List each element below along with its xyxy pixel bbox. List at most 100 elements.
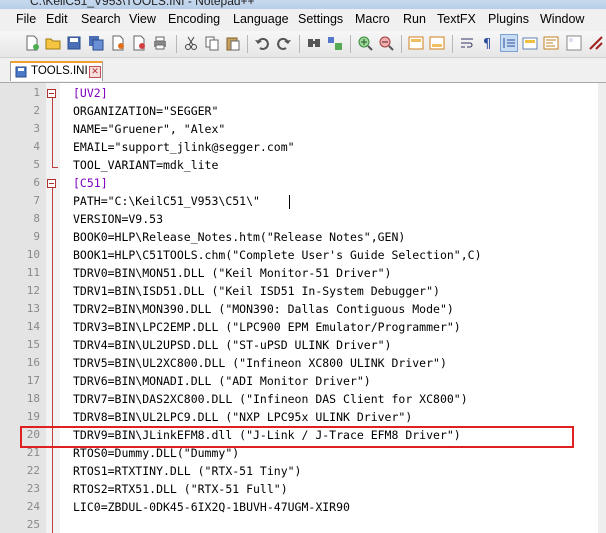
line-text: LIC0=ZBDUL-0DK45-6IX2Q-1BUVH-47UGM-XIR90 bbox=[73, 500, 350, 514]
line-number: 1 bbox=[33, 86, 40, 99]
tab-strip: TOOLS.INI ✕ bbox=[0, 58, 606, 83]
menu-file[interactable]: File bbox=[16, 12, 36, 26]
menu-edit[interactable]: Edit bbox=[46, 12, 68, 26]
highlight-annotation-box bbox=[20, 426, 574, 448]
close-icon[interactable] bbox=[110, 35, 126, 51]
code-line: 24 LIC0=ZBDUL-0DK45-6IX2Q-1BUVH-47UGM-XIR… bbox=[0, 499, 606, 517]
toolbar-separator bbox=[176, 35, 177, 53]
toolbar-separator bbox=[350, 35, 351, 53]
line-number: 13 bbox=[26, 302, 40, 315]
line-number: 25 bbox=[26, 518, 40, 531]
sync-horizontal-icon[interactable] bbox=[429, 35, 445, 51]
code-line: 19 TDRV8=BIN\UL2LPC9.DLL ("NXP LPC95x ULI… bbox=[0, 409, 606, 427]
code-line: 10 BOOK1=HLP\C51TOOLS.chm("Complete User'… bbox=[0, 247, 606, 265]
menu-bar: File Edit Search View Encoding Language … bbox=[0, 9, 606, 31]
tab-tools-ini[interactable]: TOOLS.INI ✕ bbox=[10, 61, 103, 81]
line-text: VERSION=V9.53 bbox=[73, 212, 164, 226]
save-all-icon[interactable] bbox=[88, 35, 104, 51]
menu-plugins[interactable]: Plugins bbox=[488, 12, 529, 26]
code-line: 15 TDRV4=BIN\UL2UPSD.DLL ("ST-uPSD ULINK … bbox=[0, 337, 606, 355]
menu-window[interactable]: Window bbox=[540, 12, 584, 26]
line-text: TDRV7=BIN\DAS2XC800.DLL ("Infineon DAS C… bbox=[73, 392, 468, 406]
line-text: TDRV5=BIN\UL2XC800.DLL ("Infineon XC800 … bbox=[73, 356, 447, 370]
menu-view[interactable]: View bbox=[129, 12, 156, 26]
code-line: 23 RTOS2=RTX51.DLL ("RTX-51 Full") bbox=[0, 481, 606, 499]
line-number: 16 bbox=[26, 356, 40, 369]
code-line: 14 TDRV3=BIN\LPC2EMP.DLL ("LPC900 EPM Emu… bbox=[0, 319, 606, 337]
language-folder-icon[interactable] bbox=[522, 35, 538, 51]
line-text: TDRV6=BIN\MONADI.DLL ("ADI Monitor Drive… bbox=[73, 374, 371, 388]
line-number: 17 bbox=[26, 374, 40, 387]
redo-icon[interactable] bbox=[276, 35, 292, 51]
line-number: 14 bbox=[26, 320, 40, 333]
code-line: 11 TDRV0=BIN\MON51.DLL ("Keil Monitor-51 … bbox=[0, 265, 606, 283]
cut-icon[interactable] bbox=[183, 35, 199, 51]
line-text: NAME="Gruener", "Alex" bbox=[73, 122, 226, 136]
find-icon[interactable] bbox=[306, 35, 322, 51]
undo-icon[interactable] bbox=[254, 35, 270, 51]
line-number: 8 bbox=[33, 212, 40, 225]
document-map-icon[interactable] bbox=[543, 35, 559, 51]
file-saved-icon bbox=[15, 66, 27, 81]
zoom-in-icon[interactable] bbox=[357, 35, 373, 51]
line-text: EMAIL="support_jlink@segger.com" bbox=[73, 140, 295, 154]
line-text: [C51] bbox=[73, 176, 108, 190]
line-text: RTOS2=RTX51.DLL ("RTX-51 Full") bbox=[73, 482, 288, 496]
line-number: 10 bbox=[26, 248, 40, 261]
folder-as-workspace-icon[interactable] bbox=[588, 35, 604, 51]
code-line: 16 TDRV5=BIN\UL2XC800.DLL ("Infineon XC80… bbox=[0, 355, 606, 373]
line-text: TDRV2=BIN\MON390.DLL ("MON390: Dallas Co… bbox=[73, 302, 454, 316]
code-line: 8 VERSION=V9.53 bbox=[0, 211, 606, 229]
menu-run[interactable]: Run bbox=[403, 12, 426, 26]
menu-search[interactable]: Search bbox=[81, 12, 121, 26]
menu-settings[interactable]: Settings bbox=[298, 12, 343, 26]
code-line: 25 bbox=[0, 517, 606, 533]
sync-vertical-icon[interactable] bbox=[408, 35, 424, 51]
line-number: 6 bbox=[33, 176, 40, 189]
toolbar-separator bbox=[299, 35, 300, 53]
menu-macro[interactable]: Macro bbox=[355, 12, 390, 26]
line-number: 24 bbox=[26, 500, 40, 513]
open-file-icon[interactable] bbox=[45, 35, 61, 51]
new-file-icon[interactable] bbox=[24, 35, 40, 51]
function-list-icon[interactable] bbox=[566, 35, 582, 51]
code-line: 4 EMAIL="support_jlink@segger.com" bbox=[0, 139, 606, 157]
indent-guide-icon[interactable] bbox=[500, 34, 518, 52]
paste-icon[interactable] bbox=[225, 35, 241, 51]
tab-label: TOOLS.INI bbox=[31, 65, 88, 77]
code-line: 13 TDRV2=BIN\MON390.DLL ("MON390: Dallas … bbox=[0, 301, 606, 319]
print-icon[interactable] bbox=[152, 35, 168, 51]
menu-language[interactable]: Language bbox=[233, 12, 289, 26]
editor-area[interactable]: 1 [UV2] 2 ORGANIZATION="SEGGER" 3 NAME="Gru… bbox=[0, 83, 606, 533]
show-all-characters-icon[interactable]: ¶ bbox=[480, 35, 496, 51]
line-number: 11 bbox=[26, 266, 40, 279]
toolbar-separator bbox=[247, 35, 248, 53]
code-line: 17 TDRV6=BIN\MONADI.DLL ("ADI Monitor Dri… bbox=[0, 373, 606, 391]
window-title: C:\KeilC51_V953\TOOLS.INI - Notepad++ bbox=[30, 0, 255, 8]
toolbar-separator bbox=[401, 35, 402, 53]
replace-icon[interactable] bbox=[327, 35, 343, 51]
code-line: 7 PATH="C:\KeilC51_V953\C51\" bbox=[0, 193, 606, 211]
code-line: 5 TOOL_VARIANT=mdk_lite bbox=[0, 157, 606, 175]
close-all-icon[interactable] bbox=[131, 35, 147, 51]
code-line: 6 [C51] bbox=[0, 175, 606, 193]
line-number: 23 bbox=[26, 482, 40, 495]
line-text: TDRV0=BIN\MON51.DLL ("Keil Monitor-51 Dr… bbox=[73, 266, 392, 280]
line-text: RTOS0=Dummy.DLL("Dummy") bbox=[73, 446, 240, 460]
save-icon[interactable] bbox=[66, 35, 82, 51]
line-number: 5 bbox=[33, 158, 40, 171]
code-line: 1 [UV2] bbox=[0, 85, 606, 103]
line-text: BOOK1=HLP\C51TOOLS.chm("Complete User's … bbox=[73, 248, 482, 262]
tab-close-icon[interactable]: ✕ bbox=[89, 66, 101, 78]
line-number: 4 bbox=[33, 140, 40, 153]
code-line: 3 NAME="Gruener", "Alex" bbox=[0, 121, 606, 139]
vertical-scrollbar[interactable] bbox=[598, 83, 606, 533]
menu-textfx[interactable]: TextFX bbox=[437, 12, 476, 26]
copy-icon[interactable] bbox=[204, 35, 220, 51]
menu-encoding[interactable]: Encoding bbox=[168, 12, 220, 26]
word-wrap-icon[interactable] bbox=[459, 35, 475, 51]
line-text: TDRV4=BIN\UL2UPSD.DLL ("ST-uPSD ULINK Dr… bbox=[73, 338, 392, 352]
code-line: 18 TDRV7=BIN\DAS2XC800.DLL ("Infineon DAS… bbox=[0, 391, 606, 409]
zoom-out-icon[interactable] bbox=[378, 35, 394, 51]
code-line: 9 BOOK0=HLP\Release_Notes.htm("Release No… bbox=[0, 229, 606, 247]
